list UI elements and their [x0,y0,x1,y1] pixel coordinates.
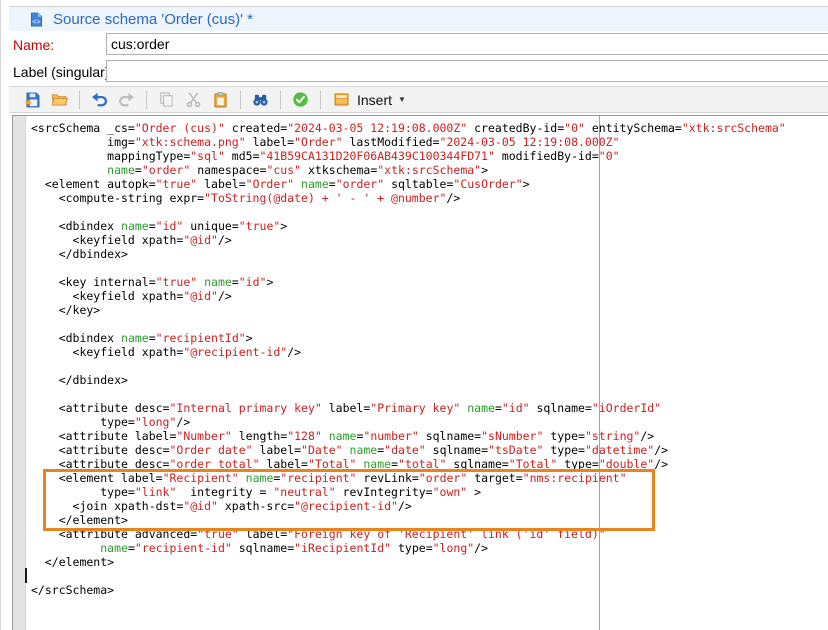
tab-source-schema[interactable]: <> Source schema 'Order (cus)' * [29,11,253,28]
code-line: name="order" namespace="cus" xtkschema="… [107,163,489,177]
insert-button[interactable]: Insert ▼ [327,88,412,112]
code-line: <attribute desc="Internal primary key" l… [31,401,662,415]
insert-button-label: Insert [357,91,393,108]
toolbar-separator [240,90,241,109]
code-line: img="xtk:schema.png" label="Order" lastM… [31,135,620,149]
open-button[interactable] [46,88,73,112]
code-line: type="long"/> [31,415,191,429]
cut-button [180,88,207,112]
code-line: <key internal="true" name="id"> [31,275,274,289]
save-button[interactable] [19,88,46,112]
code-line: </dbindex> [31,247,128,261]
toolbar-separator [280,90,281,109]
check-circle-icon [292,91,309,108]
toolbar: Insert ▼ [9,86,828,113]
toolbar-separator [79,90,80,109]
code-line: <attribute desc="Order date" label="Date… [31,443,669,457]
validate-button[interactable] [287,88,314,112]
code-line: <dbindex name="id" unique="true"> [31,219,288,233]
code-line: <keyfield xpath="@id"/> [31,289,232,303]
chevron-down-icon: ▼ [398,95,406,104]
tab-bar: <> Source schema 'Order (cus)' * [9,6,828,31]
code-line: </key> [31,303,101,317]
svg-text:<>: <> [32,19,40,27]
search-button[interactable] [247,88,274,112]
code-line: </dbindex> [31,373,128,387]
binoculars-icon [252,91,269,108]
name-label: Name: [13,37,55,53]
code-line: <compute-string expr="ToString(@date) + … [31,191,461,205]
code-line: name="recipient-id" sqlname="iRecipientI… [100,541,489,555]
text-caret [25,568,27,583]
code-line: <srcSchema _cs="Order (cus)" created="20… [31,121,786,135]
save-icon [24,91,41,108]
label-singular-input[interactable] [106,60,828,82]
toolbar-separator [320,90,321,109]
code-line: </element> [31,555,115,569]
paste-button[interactable] [207,88,234,112]
tab-title: Source schema 'Order (cus)' * [53,10,253,28]
highlight-box [43,469,655,531]
code-line: </srcSchema> [31,583,115,597]
code-line: <keyfield xpath="@id"/> [31,233,232,247]
undo-button[interactable] [86,88,113,112]
toolbar-separator [146,90,147,109]
code-line: mappingType="sql" md5="41B59CA131D20F06A… [31,149,620,163]
undo-icon [91,91,108,108]
label-singular-label: Label (singular): [13,64,114,80]
redo-button [113,88,140,112]
code-line: <keyfield xpath="@recipient-id"/> [31,345,302,359]
insert-window-icon [333,91,350,108]
scissors-icon [185,91,202,108]
name-input[interactable] [106,33,828,55]
schema-editor-window: <> Source schema 'Order (cus)' * Name: L… [0,0,828,630]
copy-button [153,88,180,112]
copy-icon [158,91,175,108]
folder-open-icon [51,91,68,108]
toolbar-buttons [19,88,314,112]
code-line: <attribute label="Number" length="128" n… [31,429,655,443]
schema-file-icon: <> [29,11,44,27]
code-editor[interactable]: <srcSchema _cs="Order (cus)" created="20… [12,115,828,630]
code-line: <element autopk="true" label="Order" nam… [31,177,530,191]
paste-clipboard-icon [212,91,229,108]
code-line: <dbindex name="recipientId"> [31,331,253,345]
redo-icon [118,91,135,108]
